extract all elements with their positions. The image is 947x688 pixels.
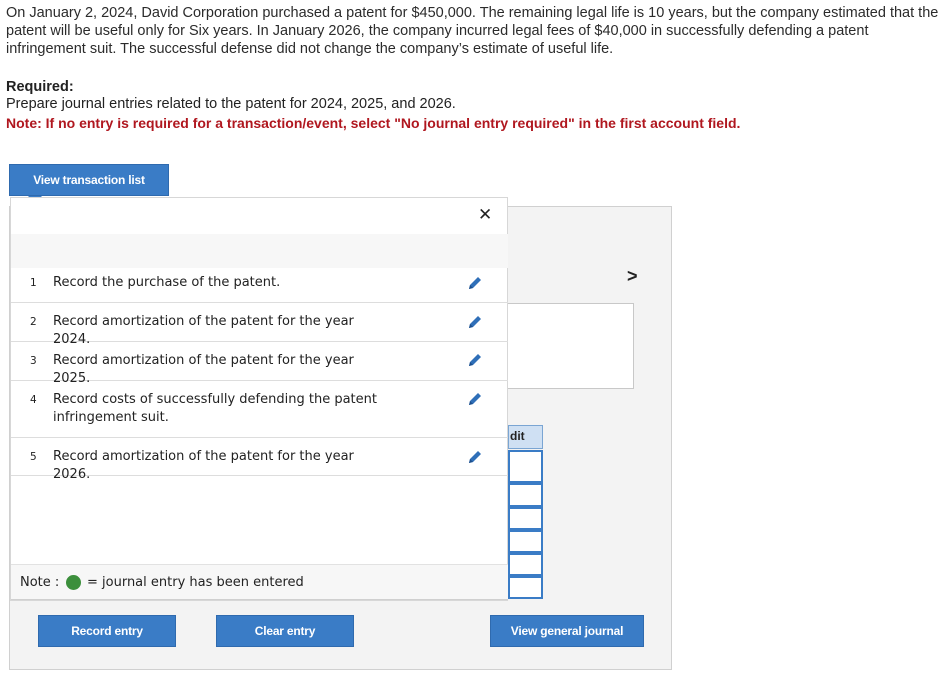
credit-column-header: dit — [508, 425, 543, 449]
view-general-journal-button[interactable]: View general journal — [490, 615, 644, 647]
clear-entry-button[interactable]: Clear entry — [216, 615, 354, 647]
transaction-text: Record amortization of the patent for th… — [53, 449, 354, 482]
transaction-text: Record the purchase of the patent. — [53, 275, 281, 290]
worksheet-description-box — [506, 303, 634, 389]
credit-input-5[interactable] — [508, 553, 543, 576]
pencil-icon[interactable] — [467, 314, 483, 330]
transaction-row-1[interactable]: 1 Record the purchase of the patent. — [11, 268, 508, 303]
entered-status-dot-icon — [66, 575, 81, 590]
credit-input-2[interactable] — [508, 483, 543, 507]
pencil-icon[interactable] — [467, 352, 483, 368]
view-transaction-list-button[interactable]: View transaction list — [9, 164, 169, 196]
transaction-number: 5 — [30, 451, 37, 463]
popup-header-strip — [11, 234, 508, 268]
transaction-row-5[interactable]: 5 Record amortization of the patent for … — [11, 438, 508, 482]
credit-input-3[interactable] — [508, 507, 543, 530]
record-entry-button[interactable]: Record entry — [38, 615, 176, 647]
transaction-number: 2 — [30, 316, 37, 328]
transaction-number: 3 — [30, 355, 37, 367]
credit-input-1[interactable] — [508, 450, 543, 483]
transaction-row-4[interactable]: 4 Record costs of successfully defending… — [11, 381, 508, 438]
required-note: Note: If no entry is required for a tran… — [6, 115, 741, 131]
required-text: Prepare journal entries related to the p… — [6, 96, 456, 112]
transaction-number: 1 — [30, 277, 37, 289]
pencil-icon[interactable] — [467, 275, 483, 291]
required-title: Required: — [6, 79, 74, 95]
transaction-number: 4 — [30, 394, 37, 406]
pencil-icon[interactable] — [467, 449, 483, 465]
credit-input-4[interactable] — [508, 530, 543, 553]
chevron-right-icon[interactable]: > — [627, 266, 638, 287]
transaction-row-3[interactable]: 3 Record amortization of the patent for … — [11, 342, 508, 386]
transaction-row-2[interactable]: 2 Record amortization of the patent for … — [11, 303, 508, 347]
note-text: = journal entry has been entered — [87, 575, 304, 590]
pencil-icon[interactable] — [467, 391, 483, 407]
note-label: Note : — [20, 575, 60, 590]
problem-statement: On January 2, 2024, David Corporation pu… — [6, 5, 939, 57]
legend-note: Note : = journal entry has been entered — [11, 564, 508, 600]
close-icon[interactable]: ✕ — [478, 205, 492, 225]
transaction-text: Record costs of successfully defending t… — [53, 392, 377, 425]
credit-input-6[interactable] — [508, 576, 543, 599]
